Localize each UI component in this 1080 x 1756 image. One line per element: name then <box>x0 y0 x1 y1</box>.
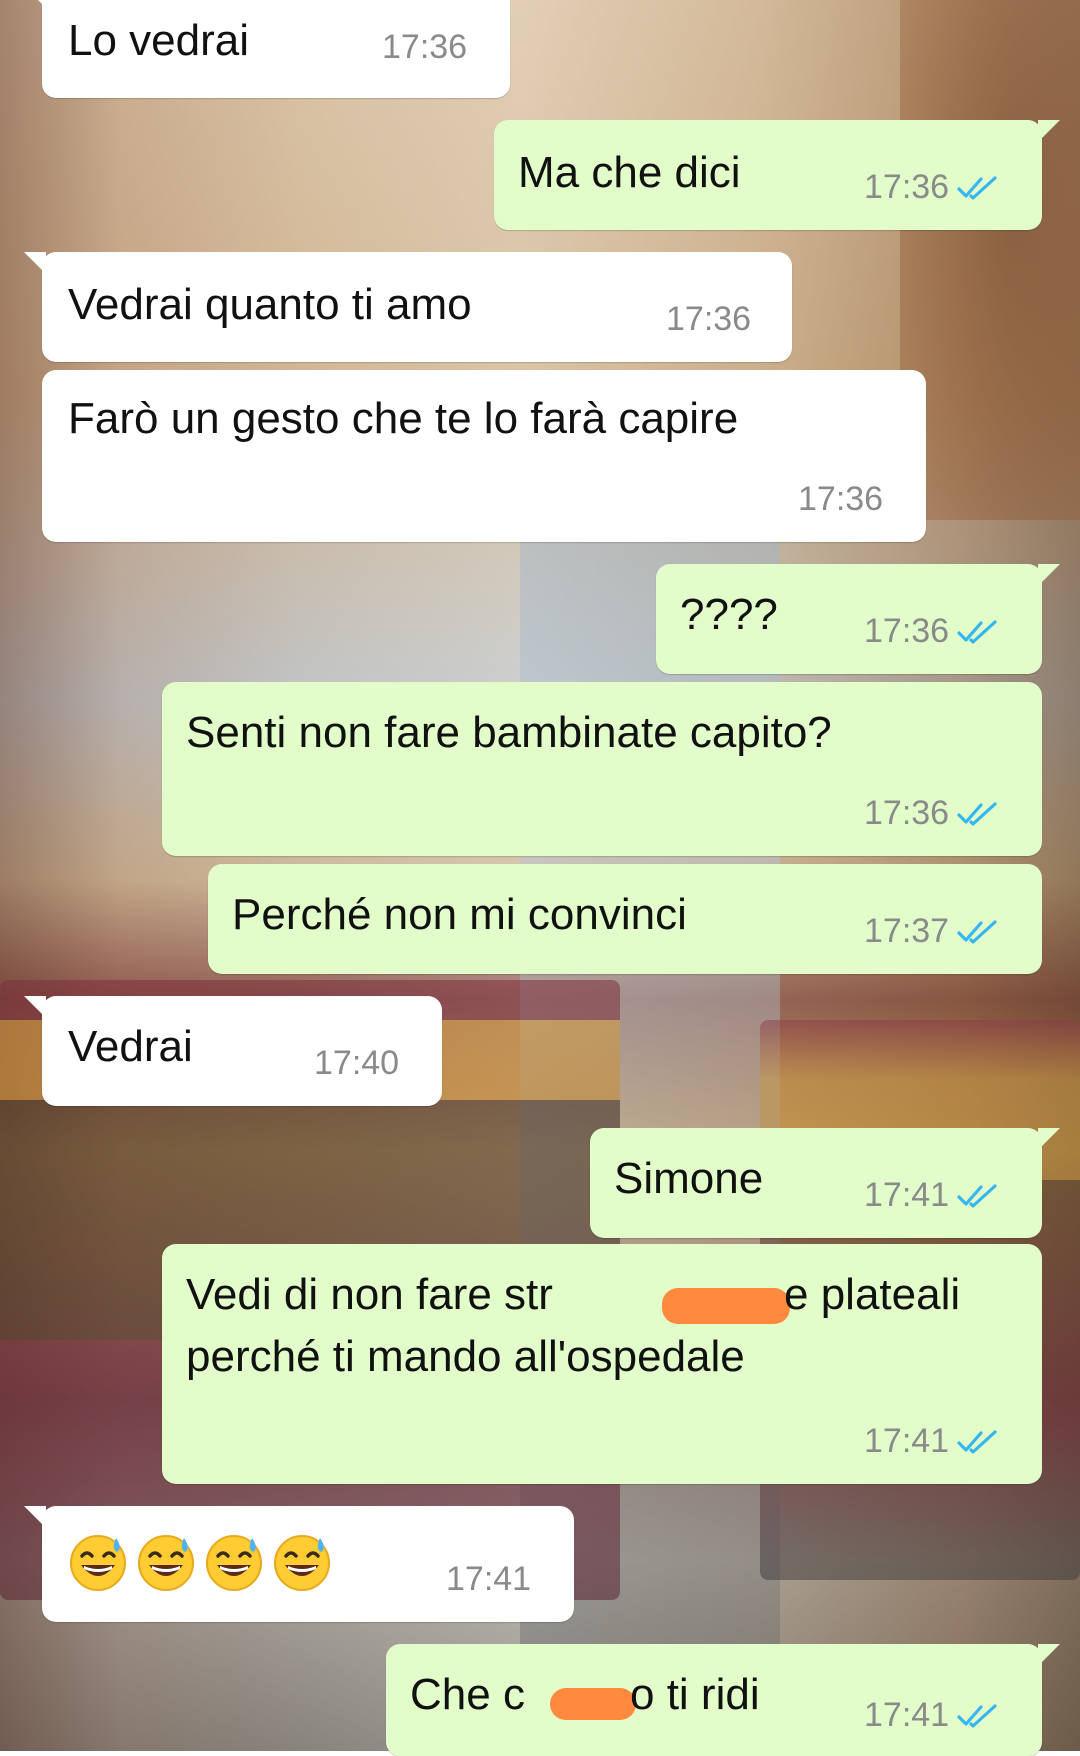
message-outgoing[interactable]: Simone 17:41 <box>590 1128 1060 1238</box>
double-check-icon <box>957 174 999 202</box>
message-outgoing[interactable]: Ma che dici 17:36 <box>494 120 1060 230</box>
message-meta: 17:36 <box>666 300 751 339</box>
message-text-line2: perché ti mando all'ospedale <box>186 1332 745 1381</box>
message-text: ???? <box>680 590 778 639</box>
message-time: 17:36 <box>382 28 468 66</box>
message-text: Ma che dici <box>518 148 741 197</box>
message-time: 17:37 <box>864 912 950 950</box>
message-outgoing[interactable]: ???? 17:36 <box>656 564 1060 674</box>
message-outgoing[interactable]: Che c o ti ridi 17:41 <box>386 1644 1060 1756</box>
grinning-face-with-sweat-icon <box>68 1532 128 1592</box>
message-text: Simone <box>614 1154 764 1203</box>
message-text: Vedrai quanto ti amo <box>68 280 472 329</box>
message-time: 17:36 <box>864 794 950 832</box>
message-incoming[interactable]: Vedrai quanto ti amo 17:36 <box>24 252 792 362</box>
message-time: 17:41 <box>864 1422 950 1460</box>
message-time: 17:36 <box>666 300 752 338</box>
message-time: 17:41 <box>864 1696 950 1734</box>
double-check-icon <box>957 800 999 828</box>
message-meta: 17:36 <box>382 28 467 67</box>
message-meta: 17:36 <box>864 612 999 651</box>
redaction-mark <box>662 1288 790 1324</box>
message-text-start: Che c <box>410 1670 525 1719</box>
double-check-icon <box>957 918 999 946</box>
message-time: 17:40 <box>314 1044 400 1082</box>
message-text: Vedrai <box>68 1022 193 1071</box>
message-time: 17:36 <box>798 480 884 518</box>
message-incoming[interactable]: Lo vedrai 17:36 <box>24 0 510 98</box>
message-text: Senti non fare bambinate capito? <box>186 708 832 757</box>
message-meta: 17:41 <box>864 1176 999 1215</box>
message-text: Farò un gesto che te lo farà capire <box>68 394 739 443</box>
message-outgoing[interactable]: Vedi di non fare str e plateali perché t… <box>162 1244 1042 1484</box>
message-text: Lo vedrai <box>68 16 250 65</box>
emoji-row <box>68 1532 332 1592</box>
double-check-icon <box>957 618 999 646</box>
double-check-icon <box>957 1428 999 1456</box>
message-incoming[interactable]: Farò un gesto che te lo farà capire 17:3… <box>42 370 926 542</box>
message-time: 17:41 <box>446 1560 532 1598</box>
message-text-line1-start: Vedi di non fare str <box>186 1270 553 1319</box>
double-check-icon <box>957 1702 999 1730</box>
message-meta: 17:36 <box>864 168 999 207</box>
message-meta: 17:41 <box>864 1422 999 1461</box>
message-meta: 17:40 <box>314 1044 399 1083</box>
message-text: Perché non mi convinci <box>232 890 687 939</box>
message-meta: 17:41 <box>446 1560 531 1599</box>
message-time: 17:41 <box>864 1176 950 1214</box>
message-outgoing[interactable]: Senti non fare bambinate capito? 17:36 <box>162 682 1042 856</box>
wallpaper-tree <box>900 0 1080 520</box>
message-text-end: o ti ridi <box>630 1670 760 1719</box>
message-time: 17:36 <box>864 612 950 650</box>
grinning-face-with-sweat-icon <box>272 1532 332 1592</box>
message-incoming[interactable]: Vedrai 17:40 <box>24 996 442 1106</box>
grinning-face-with-sweat-icon <box>204 1532 264 1592</box>
message-meta: 17:36 <box>798 480 883 519</box>
message-meta: 17:36 <box>864 794 999 833</box>
message-time: 17:36 <box>864 168 950 206</box>
message-text-line1-end: e plateali <box>784 1270 961 1319</box>
redaction-mark <box>550 1688 636 1720</box>
message-meta: 17:37 <box>864 912 999 951</box>
message-meta: 17:41 <box>864 1696 999 1735</box>
message-outgoing[interactable]: Perché non mi convinci 17:37 <box>208 864 1042 974</box>
grinning-face-with-sweat-icon <box>136 1532 196 1592</box>
message-incoming[interactable]: 17:41 <box>24 1506 574 1622</box>
double-check-icon <box>957 1182 999 1210</box>
